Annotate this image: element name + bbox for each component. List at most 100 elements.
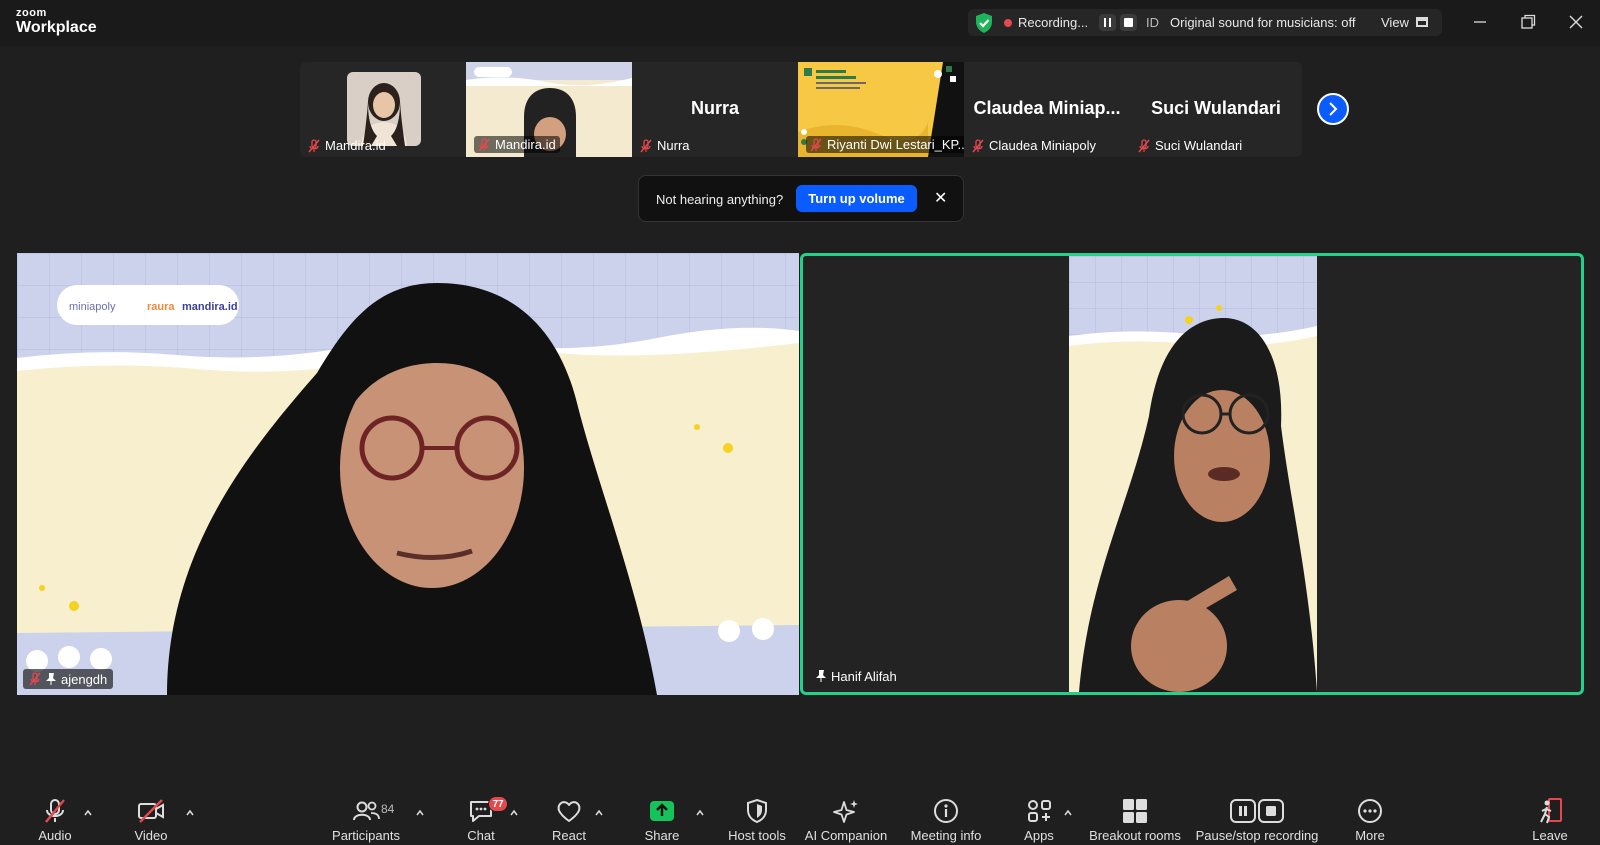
participant-name: Suci Wulandari <box>1155 138 1243 153</box>
participant-filmstrip: Mandira.id Mandira.id Nurra Nurra Riyant… <box>300 62 1302 157</box>
chevron-right-icon <box>1329 102 1338 116</box>
svg-text:raura: raura <box>147 301 175 313</box>
share-button[interactable]: Share <box>636 780 688 845</box>
heart-icon <box>557 801 581 822</box>
more-dots-icon <box>1358 799 1382 823</box>
participant-name: Nurra <box>657 138 690 153</box>
muted-mic-icon <box>308 138 320 152</box>
pin-icon <box>816 670 826 682</box>
stop-icon <box>1124 18 1133 27</box>
ai-companion-button[interactable]: AI Companion <box>800 780 892 845</box>
participant-photo <box>347 72 421 146</box>
video-options-chevron-icon[interactable] <box>185 808 195 818</box>
pause-recording-button[interactable] <box>1099 14 1116 31</box>
chat-unread-badge: 77 <box>488 796 508 812</box>
filmstrip-name: Claudea Miniapoly <box>972 138 1096 153</box>
pause-icon <box>1104 18 1111 27</box>
pin-icon <box>46 673 56 685</box>
leave-label: Leave <box>1532 828 1568 843</box>
filmstrip-name: Suci Wulandari <box>1138 138 1242 153</box>
participant-name: Hanif Alifah <box>831 668 897 684</box>
apps-label: Apps <box>1024 828 1054 843</box>
filmstrip-name: Riyanti Dwi Lestari_KP... <box>806 136 964 153</box>
original-sound-status[interactable]: Original sound for musicians: off <box>1170 15 1355 30</box>
toast-message: Not hearing anything? <box>656 192 784 207</box>
muted-mic-icon <box>972 138 984 152</box>
meeting-info-label: Meeting info <box>910 828 982 843</box>
restore-button[interactable] <box>1518 12 1538 32</box>
participants-icon <box>353 801 380 821</box>
main-video-tile-active-speaker[interactable]: Hanif Alifah <box>800 253 1584 695</box>
leave-button[interactable]: Leave <box>1524 780 1576 845</box>
view-button[interactable]: View <box>1381 15 1409 30</box>
ai-companion-label: AI Companion <box>804 828 888 843</box>
breakout-rooms-button[interactable]: Breakout rooms <box>1088 780 1182 845</box>
video-label: Video <box>134 828 168 843</box>
chat-label: Chat <box>467 828 495 843</box>
filmstrip-name: Mandira.id <box>308 138 386 153</box>
more-label: More <box>1355 828 1385 843</box>
video-button[interactable]: Video <box>124 780 178 845</box>
muted-mic-icon <box>810 137 822 151</box>
view-grid-icon[interactable] <box>1416 17 1428 27</box>
filmstrip-tile[interactable]: Nurra Nurra <box>632 62 798 157</box>
shield-icon <box>747 798 767 824</box>
react-options-chevron-icon[interactable] <box>594 808 604 818</box>
react-button[interactable]: React <box>543 780 595 845</box>
more-button[interactable]: More <box>1344 780 1396 845</box>
next-page-button[interactable] <box>1317 93 1349 125</box>
filmstrip-tile[interactable]: Mandira.id <box>300 62 466 157</box>
recording-status-text: Recording... <box>1018 15 1089 30</box>
video-off-icon <box>138 799 164 823</box>
pause-stop-recording-icon <box>1230 799 1284 823</box>
react-label: React <box>552 828 586 843</box>
toast-close-icon[interactable]: ✕ <box>934 188 947 208</box>
apps-icon <box>1028 800 1051 822</box>
pause-stop-recording-button[interactable]: Pause/stop recording <box>1192 780 1322 845</box>
recording-dot-icon <box>1004 19 1012 27</box>
minimize-button[interactable] <box>1470 12 1490 32</box>
participant-video: miniapoly raura mandira.id <box>17 253 799 695</box>
filmstrip-tile[interactable]: Riyanti Dwi Lestari_KP... <box>798 62 964 157</box>
share-screen-icon <box>650 801 674 821</box>
participant-display-name: Claudea Miniap... <box>973 98 1121 118</box>
meeting-id-label[interactable]: ID <box>1146 15 1159 30</box>
filmstrip-tile[interactable]: Mandira.id <box>466 62 632 157</box>
chat-options-chevron-icon[interactable] <box>509 808 519 818</box>
meeting-info-button[interactable]: Meeting info <box>906 780 986 845</box>
svg-text:mandira.id: mandira.id <box>182 301 238 313</box>
stop-recording-button[interactable] <box>1120 14 1137 31</box>
participant-video <box>1069 256 1317 692</box>
participant-display-name: Suci Wulandari <box>1151 98 1281 118</box>
participants-count: 84 <box>381 802 395 816</box>
title-bar: zoom Workplace Recording... ID Original … <box>0 0 1600 46</box>
breakout-rooms-label: Breakout rooms <box>1089 828 1181 843</box>
turn-up-volume-button[interactable]: Turn up volume <box>796 185 917 212</box>
audio-options-chevron-icon[interactable] <box>83 808 93 818</box>
participants-options-chevron-icon[interactable] <box>415 808 425 818</box>
leave-icon <box>1540 798 1562 824</box>
filmstrip-tile[interactable]: Suci Wulandari Suci Wulandari <box>1130 62 1302 157</box>
svg-text:miniapoly: miniapoly <box>69 301 116 313</box>
main-video-tile[interactable]: miniapoly raura mandira.id ajengdh <box>17 253 799 695</box>
muted-mic-icon <box>29 672 41 686</box>
apps-button[interactable]: Apps <box>1014 780 1064 845</box>
audio-button[interactable]: Audio <box>28 780 82 845</box>
muted-mic-icon <box>45 799 65 823</box>
logo-bottom-text: Workplace <box>16 19 97 36</box>
encryption-shield-icon[interactable] <box>974 12 994 34</box>
apps-options-chevron-icon[interactable] <box>1063 808 1073 818</box>
participant-name: Riyanti Dwi Lestari_KP... <box>827 137 964 152</box>
muted-mic-icon <box>478 137 490 151</box>
logo-top-text: zoom <box>16 7 47 19</box>
video-name-label: ajengdh <box>23 669 114 689</box>
pause-stop-recording-label: Pause/stop recording <box>1195 828 1319 843</box>
audio-hint-toast: Not hearing anything? Turn up volume ✕ <box>638 175 964 222</box>
filmstrip-tile[interactable]: Claudea Miniap... Claudea Miniapoly <box>964 62 1130 157</box>
host-tools-button[interactable]: Host tools <box>722 780 792 845</box>
share-options-chevron-icon[interactable] <box>695 808 705 818</box>
recording-status-bar: Recording... ID Original sound for music… <box>968 9 1442 36</box>
filmstrip-name: Nurra <box>640 138 690 153</box>
participants-label: Participants <box>332 828 400 843</box>
close-window-button[interactable] <box>1566 12 1586 32</box>
